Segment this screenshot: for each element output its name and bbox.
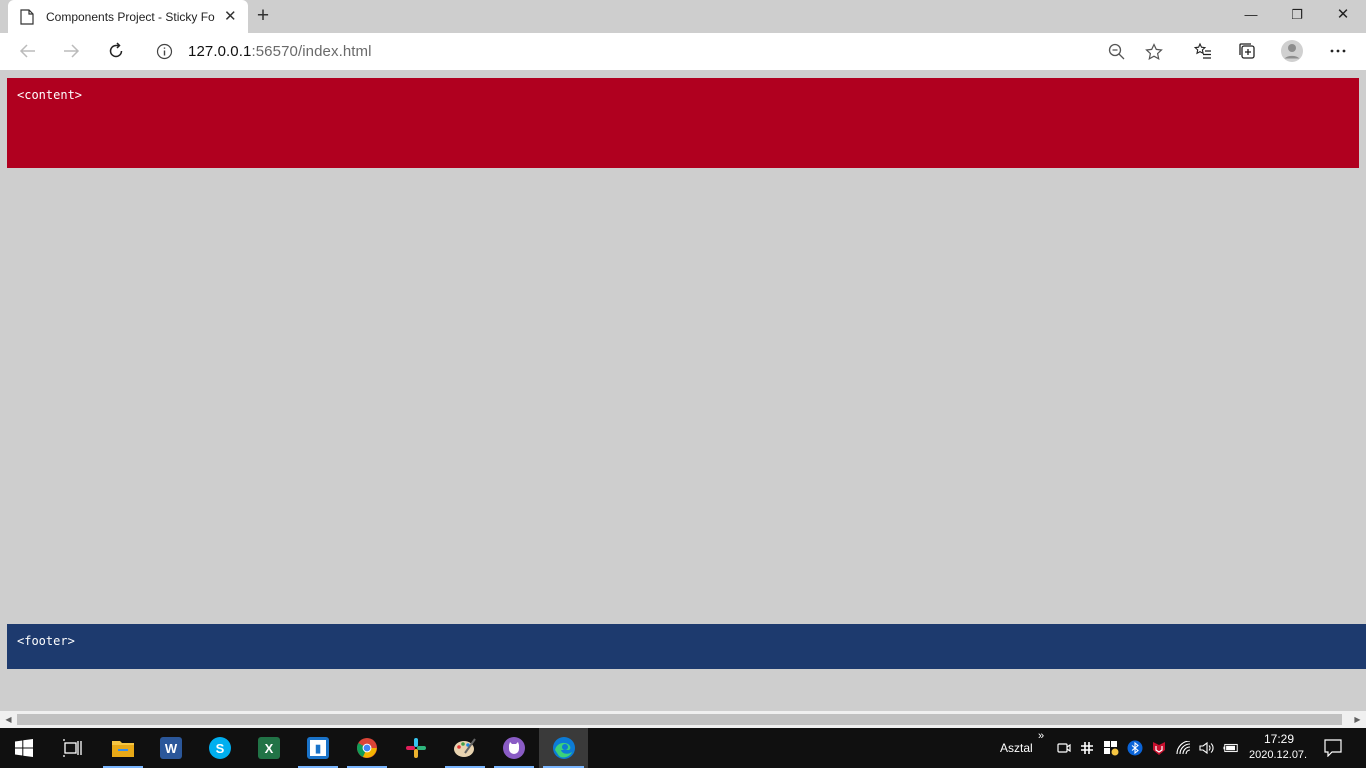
skype-icon[interactable]: S	[196, 728, 244, 768]
restore-button[interactable]: ❐	[1274, 0, 1320, 30]
wifi-icon[interactable]	[1176, 740, 1192, 756]
scroll-left-icon[interactable]: ◀	[0, 711, 17, 728]
content-section: <content>	[7, 78, 1359, 168]
word-icon[interactable]: W	[147, 728, 195, 768]
app-tile-icon[interactable]: ▮	[294, 728, 342, 768]
favorites-list-icon[interactable]	[1191, 39, 1215, 63]
back-icon[interactable]	[14, 38, 42, 64]
desktop-toolbar-label[interactable]: Asztal	[1000, 741, 1033, 755]
footer-label: <footer>	[17, 634, 75, 648]
collections-icon[interactable]	[1235, 39, 1259, 63]
browser-toolbar: 127.0.0.1:56570/index.html	[0, 33, 1366, 70]
clock-date[interactable]: 2020.12.07.	[1249, 749, 1307, 761]
info-icon[interactable]	[156, 43, 173, 65]
notifications-icon[interactable]	[1324, 739, 1342, 757]
url-text: 127.0.0.1:56570/index.html	[188, 43, 372, 60]
horizontal-scrollbar[interactable]: ◀ ▶	[0, 711, 1366, 728]
footer-section: <footer>	[7, 624, 1366, 669]
toolbar-overflow-icon[interactable]: »	[1038, 730, 1044, 742]
address-bar[interactable]: 127.0.0.1:56570/index.html	[144, 36, 1174, 67]
battery-icon[interactable]	[1223, 740, 1239, 756]
mcafee-icon[interactable]	[1151, 740, 1167, 756]
task-view-icon[interactable]	[48, 728, 96, 768]
tab-title: Components Project - Sticky Footer	[46, 9, 215, 24]
refresh-icon[interactable]	[102, 38, 130, 64]
clock-time[interactable]: 17:29	[1264, 732, 1294, 746]
github-desktop-icon[interactable]	[490, 728, 538, 768]
browser-tab[interactable]: Components Project - Sticky Footer ✕	[8, 0, 248, 33]
url-host: 127.0.0.1	[188, 43, 252, 60]
zoom-icon[interactable]	[1108, 43, 1126, 66]
edge-icon[interactable]	[539, 728, 588, 768]
browser-titlebar: Components Project - Sticky Footer ✕ + —…	[0, 0, 1366, 33]
tab-close-icon[interactable]: ✕	[223, 9, 239, 24]
bluetooth-icon[interactable]	[1127, 740, 1143, 756]
start-icon[interactable]	[0, 728, 48, 768]
minimize-button[interactable]: —	[1228, 0, 1274, 30]
page-icon	[20, 8, 34, 25]
content-label: <content>	[17, 88, 83, 102]
volume-icon[interactable]	[1199, 740, 1215, 756]
windows-security-icon[interactable]	[1103, 740, 1119, 756]
page-viewport: <content> <footer>	[0, 70, 1366, 711]
url-path: :56570/index.html	[251, 43, 372, 60]
favorite-star-icon[interactable]	[1145, 43, 1163, 66]
chrome-icon[interactable]	[343, 728, 391, 768]
paint-icon[interactable]	[441, 728, 489, 768]
scroll-right-icon[interactable]: ▶	[1349, 711, 1366, 728]
scrollbar-thumb[interactable]	[17, 714, 1342, 725]
slack-tray-icon[interactable]	[1079, 740, 1095, 756]
file-explorer-icon[interactable]	[99, 728, 147, 768]
new-tab-button[interactable]: +	[252, 5, 274, 27]
windows-taskbar: W S X ▮ Asztal » 17:29 2020.12.07.	[0, 728, 1366, 768]
slack-icon[interactable]	[392, 728, 440, 768]
excel-icon[interactable]: X	[245, 728, 293, 768]
more-menu-icon[interactable]	[1326, 39, 1350, 63]
profile-avatar-icon[interactable]	[1280, 39, 1304, 63]
forward-icon[interactable]	[57, 38, 85, 64]
close-window-button[interactable]: ✕	[1320, 0, 1366, 30]
meet-now-icon[interactable]	[1056, 740, 1072, 756]
